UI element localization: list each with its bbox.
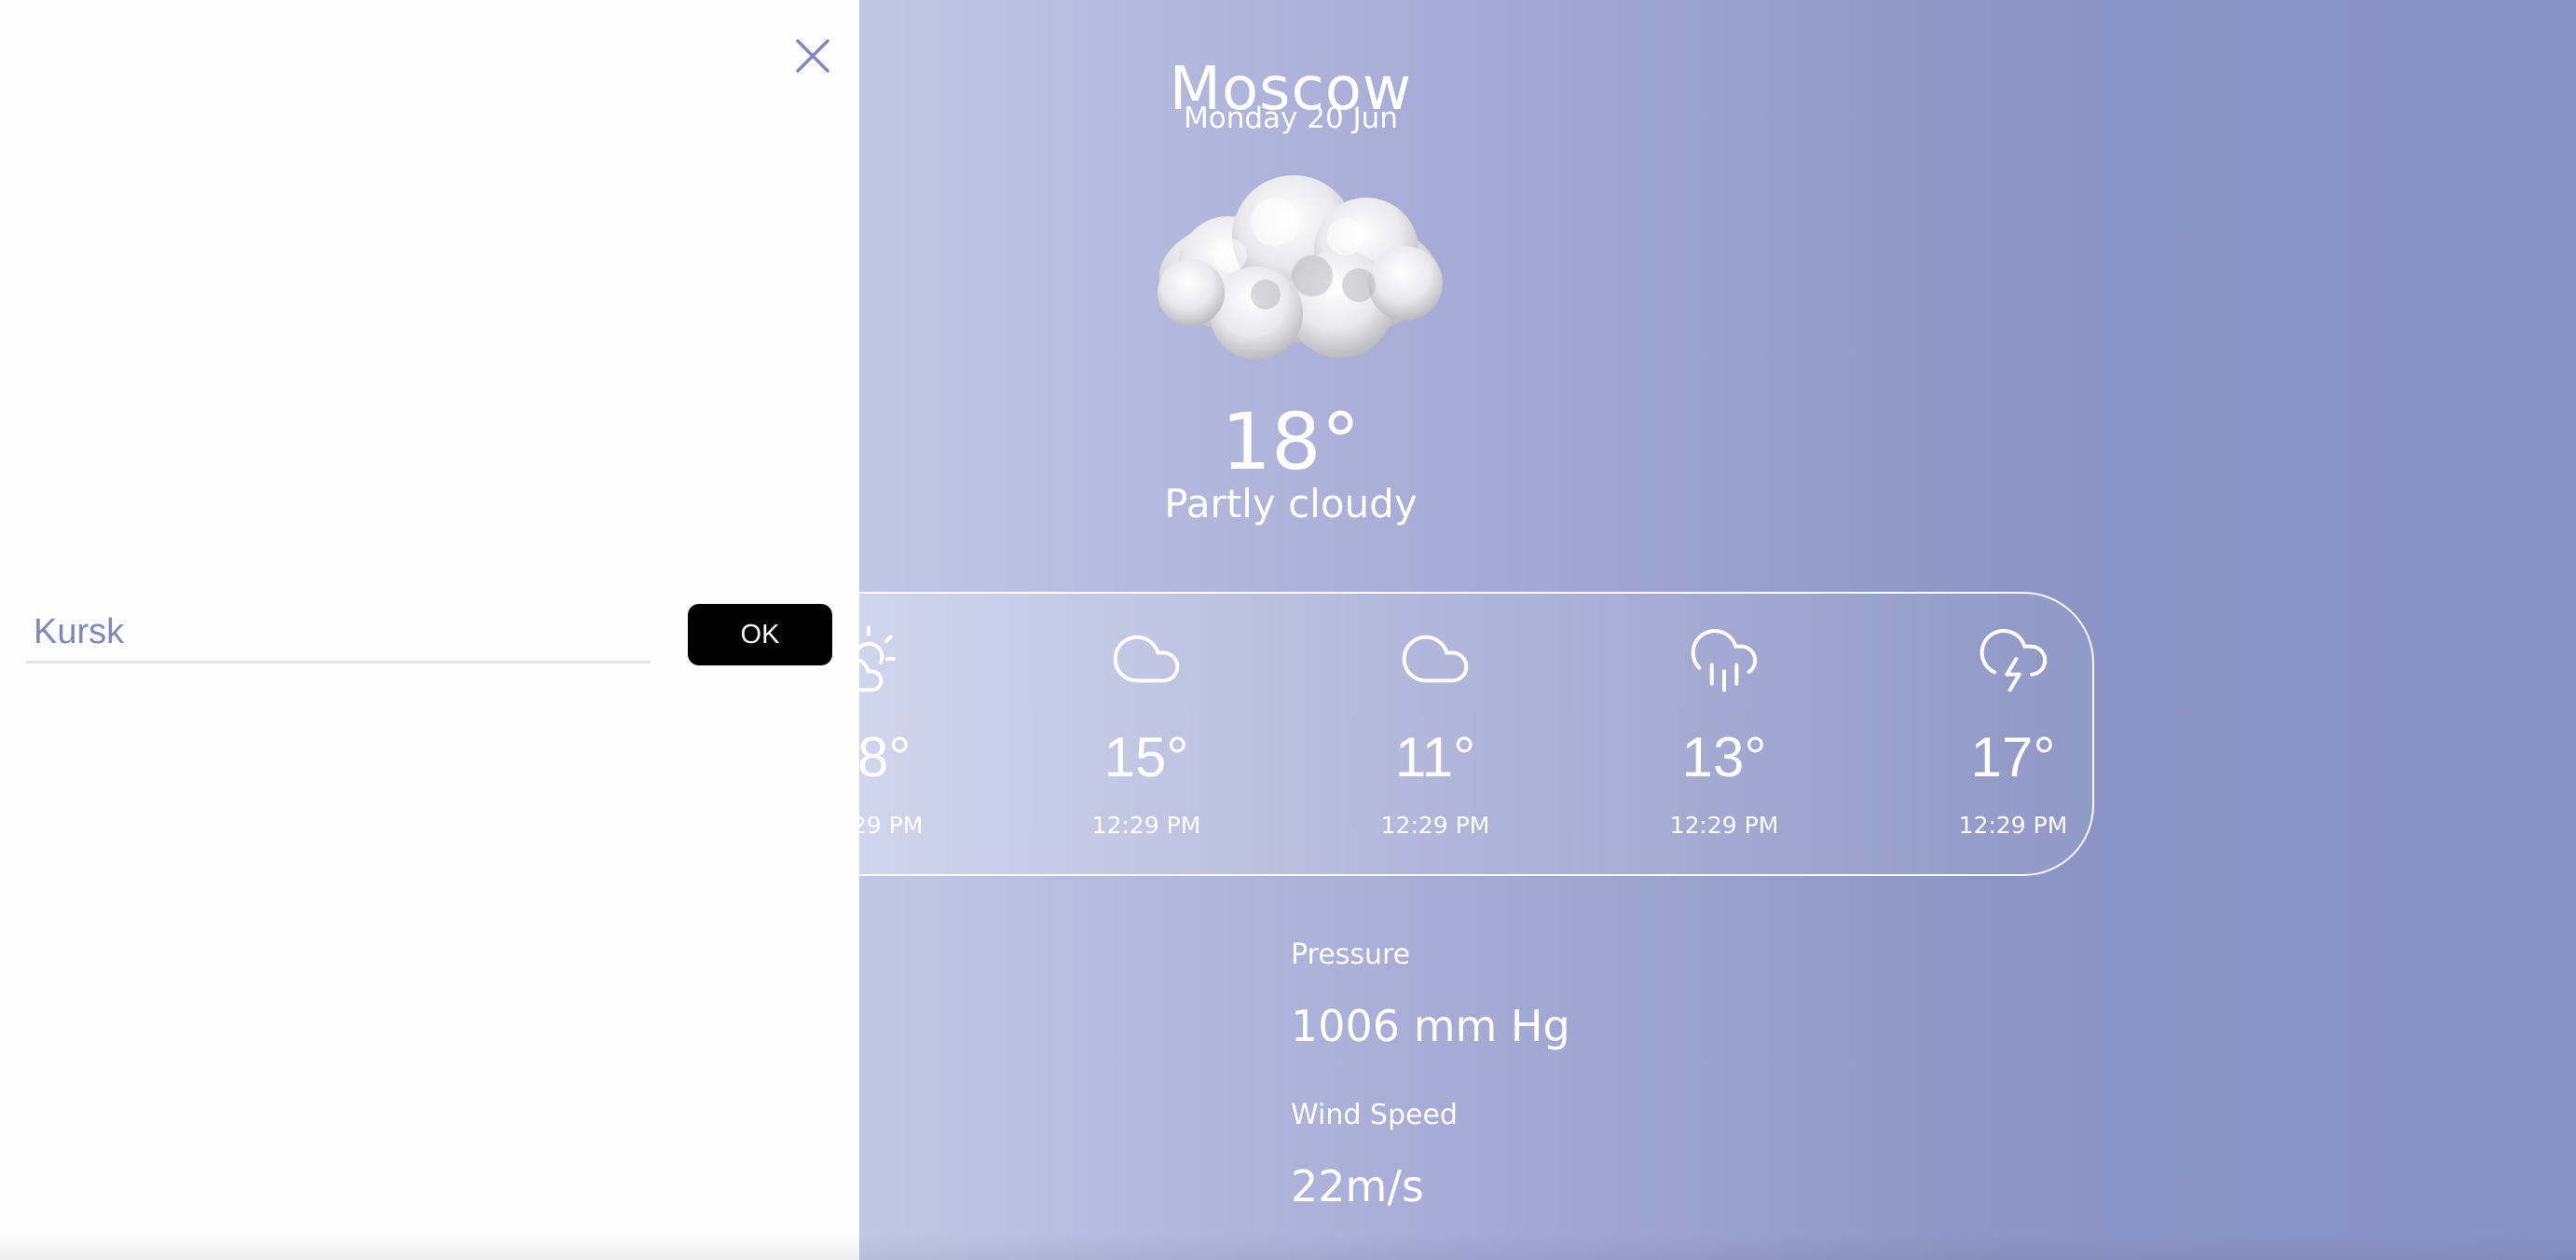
forecast-temp: 15° bbox=[1103, 726, 1189, 788]
forecast-temp: 17° bbox=[1970, 726, 2056, 788]
pressure-value: 1006 mm Hg bbox=[1291, 1001, 1570, 1051]
forecast-temp: 11° bbox=[1394, 726, 1476, 788]
cloud-rain-icon bbox=[1691, 628, 1758, 692]
cloud-icon bbox=[1402, 635, 1469, 683]
cloud-lightning-icon bbox=[1980, 628, 2048, 692]
close-icon[interactable] bbox=[790, 34, 835, 78]
cloud-icon bbox=[1113, 635, 1180, 683]
forecast-temp: 13° bbox=[1681, 726, 1767, 788]
forecast-time: 12:29 PM bbox=[1091, 812, 1201, 839]
forecast-item: 11° 12:29 PM bbox=[1333, 622, 1538, 855]
hourly-forecast: 18° 12:29 PM 15° 12:29 PM 11° 12:29 PM 1… bbox=[727, 592, 2094, 876]
wind-speed-label: Wind Speed bbox=[1291, 1099, 1458, 1131]
weather-condition: Partly cloudy bbox=[1164, 481, 1418, 527]
city-search-input[interactable] bbox=[26, 604, 651, 664]
current-date: Monday 20 Jun bbox=[1184, 102, 1398, 135]
forecast-time: 12:29 PM bbox=[1958, 812, 2068, 839]
forecast-item: 13° 12:29 PM bbox=[1622, 622, 1827, 855]
ok-button[interactable]: OK bbox=[688, 604, 832, 665]
pressure-label: Pressure bbox=[1291, 938, 1411, 971]
current-temperature: 18° bbox=[1221, 396, 1361, 487]
search-panel: OK bbox=[0, 0, 859, 1260]
forecast-item: 15° 12:29 PM bbox=[1044, 622, 1249, 855]
forecast-time: 12:29 PM bbox=[1380, 812, 1490, 839]
forecast-item: 17° 12:29 PM bbox=[1911, 622, 2116, 855]
forecast-time: 12:29 PM bbox=[1669, 812, 1779, 839]
cloud-3d-icon bbox=[1126, 164, 1458, 378]
wind-speed-value: 22m/s bbox=[1291, 1161, 1424, 1212]
